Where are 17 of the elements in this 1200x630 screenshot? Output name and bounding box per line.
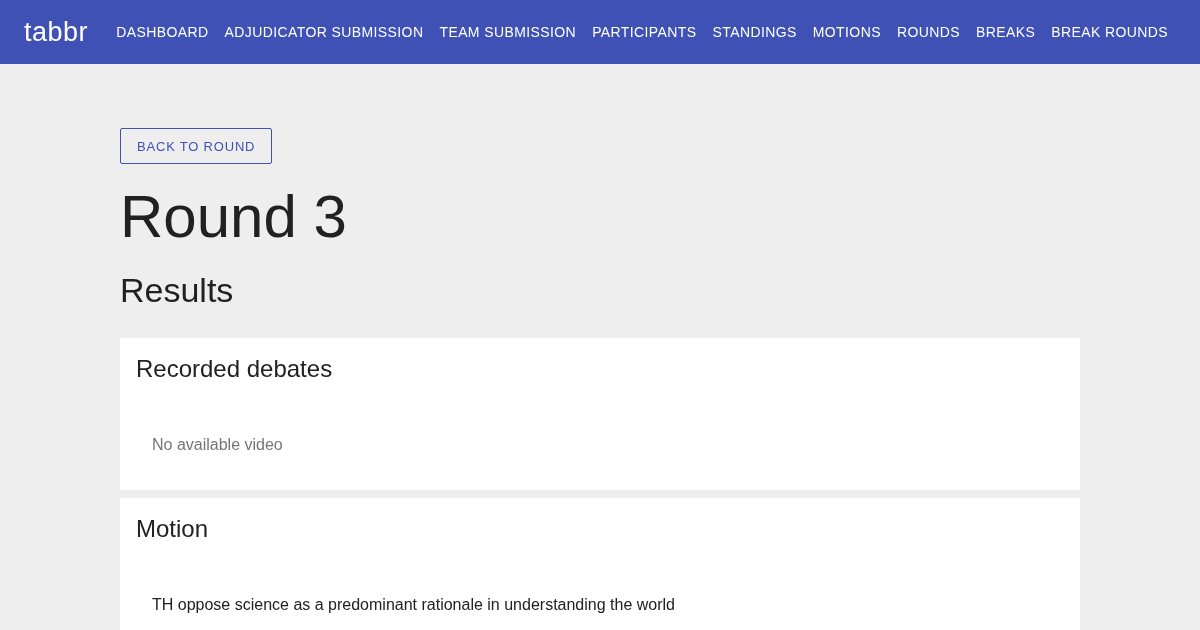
page-title: Round 3	[120, 184, 348, 250]
card-title: Recorded debates	[136, 354, 334, 384]
nav-link[interactable]: BREAKS	[967, 24, 1044, 40]
card-text: No available video	[152, 436, 284, 454]
nav-link[interactable]: MOTIONS	[804, 24, 889, 40]
nav-link[interactable]: STANDINGS	[704, 24, 805, 40]
back-button[interactable]: BACK TO ROUND	[120, 128, 273, 164]
card-title: Motion	[136, 514, 210, 544]
nav-link[interactable]: ADJUDICATOR SUBMISSION	[216, 24, 432, 40]
logo[interactable]: tabbr	[24, 16, 89, 48]
card-text: TH oppose science as a predominant rationale in understanding the world	[152, 596, 676, 614]
section-heading: Results	[120, 270, 235, 310]
nav-link[interactable]: ROUNDS	[888, 24, 968, 40]
nav-link[interactable]: PARTICIPANTS	[584, 24, 705, 40]
nav-link[interactable]: BREAK ROUNDS	[1043, 24, 1176, 40]
nav-link[interactable]: DASHBOARD	[108, 24, 217, 40]
nav-link[interactable]: TEAM SUBMISSION	[431, 24, 585, 40]
